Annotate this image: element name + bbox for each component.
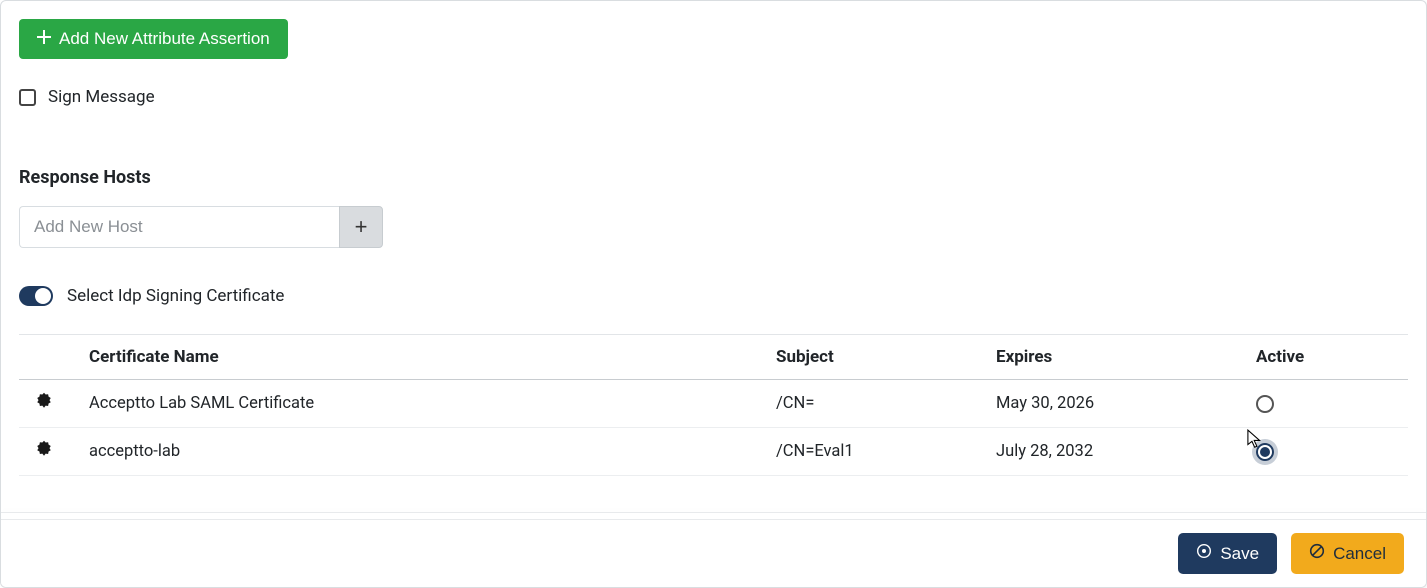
cert-subject: /CN=: [768, 380, 988, 428]
idp-signing-label: Select Idp Signing Certificate: [67, 286, 284, 306]
cancel-icon: [1309, 543, 1325, 564]
cert-name: acceptto-lab: [69, 428, 768, 476]
col-header-icon: [19, 335, 69, 380]
cert-expires: May 30, 2026: [988, 380, 1248, 428]
col-header-active: Active: [1248, 335, 1408, 380]
sign-message-row: Sign Message: [19, 87, 1408, 107]
cert-subject: /CN=Eval1: [768, 428, 988, 476]
footer-bar: Save Cancel: [1, 519, 1426, 587]
sign-message-checkbox[interactable]: [19, 89, 36, 106]
idp-signing-row: Select Idp Signing Certificate: [19, 286, 1408, 306]
col-header-subject: Subject: [768, 335, 988, 380]
table-row: acceptto-lab /CN=Eval1 July 28, 2032: [19, 428, 1408, 476]
idp-signing-toggle[interactable]: [19, 286, 53, 306]
sign-message-label: Sign Message: [48, 87, 155, 107]
response-hosts-title: Response Hosts: [19, 167, 1408, 188]
add-host-row: +: [19, 206, 1408, 248]
col-header-expires: Expires: [988, 335, 1248, 380]
cert-active-radio[interactable]: [1256, 395, 1274, 413]
add-attribute-assertion-button[interactable]: Add New Attribute Assertion: [19, 19, 288, 59]
save-label: Save: [1220, 544, 1259, 564]
add-host-input[interactable]: [19, 206, 339, 248]
plus-icon: [37, 29, 51, 49]
certificate-seal-icon: [19, 380, 69, 428]
content-area: Add New Attribute Assertion Sign Message…: [1, 1, 1426, 476]
cancel-button[interactable]: Cancel: [1291, 533, 1404, 574]
save-dot-icon: [1196, 543, 1212, 564]
cert-expires: July 28, 2032: [988, 428, 1248, 476]
settings-panel: Add New Attribute Assertion Sign Message…: [0, 0, 1427, 588]
certificate-table: Certificate Name Subject Expires Active …: [19, 334, 1408, 476]
footer-separator: [1, 512, 1426, 513]
certificate-seal-icon: [19, 428, 69, 476]
cancel-label: Cancel: [1333, 544, 1386, 564]
add-host-button[interactable]: +: [339, 206, 383, 248]
save-button[interactable]: Save: [1178, 533, 1277, 574]
cert-active-radio[interactable]: [1256, 443, 1274, 461]
cert-name: Acceptto Lab SAML Certificate: [69, 380, 768, 428]
table-row: Acceptto Lab SAML Certificate /CN= May 3…: [19, 380, 1408, 428]
table-header-row: Certificate Name Subject Expires Active: [19, 335, 1408, 380]
add-attribute-label: Add New Attribute Assertion: [59, 29, 270, 49]
col-header-name: Certificate Name: [69, 335, 768, 380]
plus-icon: +: [355, 214, 368, 240]
